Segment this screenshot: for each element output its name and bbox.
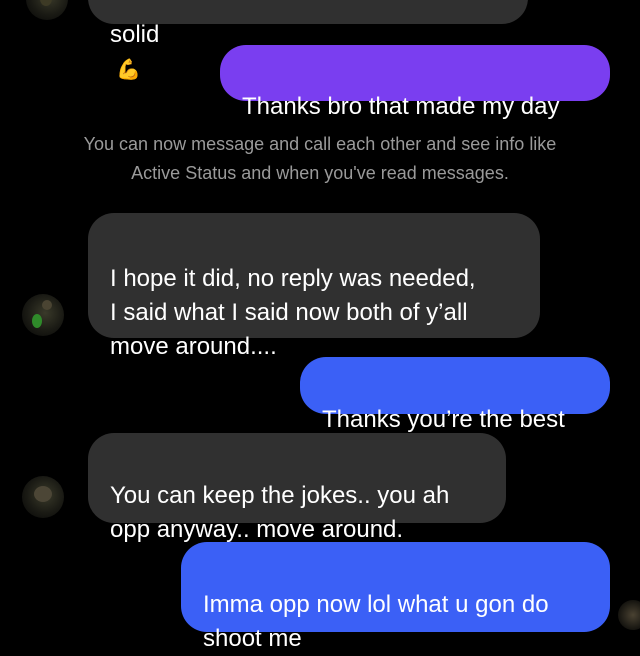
message-text: You can keep the jokes.. you ah opp anyw… xyxy=(110,482,450,543)
message-text: solid xyxy=(110,21,160,48)
message-bubble-incoming[interactable]: solid 💪 xyxy=(88,0,528,80)
message-text: Thanks you’re the best xyxy=(322,406,565,433)
read-receipt-avatar xyxy=(618,600,640,630)
system-note: You can now message and call each other … xyxy=(83,134,557,183)
message-thread: solid 💪 Thanks bro that made my day You … xyxy=(0,0,640,652)
contact-avatar[interactable] xyxy=(22,476,64,518)
message-bubble-incoming[interactable]: I hope it did, no reply was needed, I sa… xyxy=(88,213,540,360)
message-text: Imma opp now lol what u gon do shoot me xyxy=(203,591,549,652)
flexed-biceps-emoji-icon: 💪 xyxy=(116,59,141,81)
message-bubble-outgoing[interactable]: Imma opp now lol what u gon do shoot me xyxy=(181,542,610,652)
message-bubble-incoming[interactable]: You can keep the jokes.. you ah opp anyw… xyxy=(88,433,506,543)
message-text: I hope it did, no reply was needed, I sa… xyxy=(110,265,476,360)
message-bubble-outgoing[interactable]: Thanks bro that made my day xyxy=(220,45,610,120)
contact-avatar[interactable] xyxy=(22,294,64,336)
message-bubble-outgoing[interactable]: Thanks you’re the best xyxy=(300,357,610,433)
message-text: Thanks bro that made my day xyxy=(242,93,560,120)
contact-avatar[interactable] xyxy=(26,0,68,20)
